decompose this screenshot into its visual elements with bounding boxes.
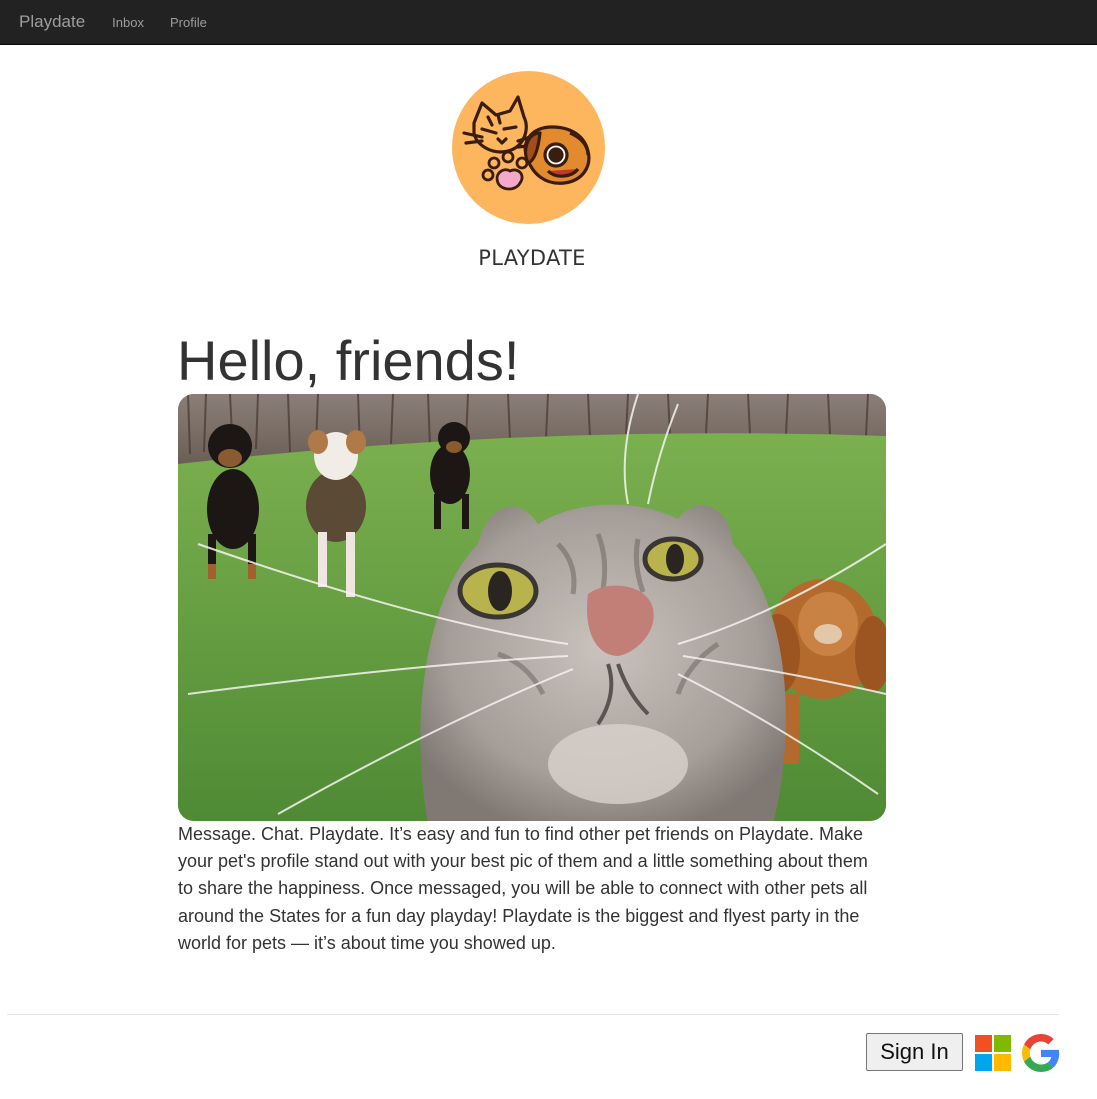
- sign-in-button[interactable]: Sign In: [866, 1033, 963, 1071]
- google-logo-icon[interactable]: [1022, 1034, 1060, 1072]
- site-name: PLAYDATE: [478, 246, 586, 270]
- page-headline: Hello, friends!: [177, 329, 520, 392]
- cat-dog-paw-logo-icon: [452, 71, 605, 224]
- hero-image: [178, 394, 886, 821]
- top-navbar: Playdate Inbox Profile: [0, 0, 1097, 45]
- footer-divider: [7, 1014, 1059, 1015]
- intro-paragraph: Message. Chat. Playdate. It’s easy and f…: [178, 824, 868, 953]
- microsoft-logo-icon[interactable]: [975, 1035, 1011, 1071]
- brand-link[interactable]: Playdate: [19, 12, 85, 32]
- nav-inbox-link[interactable]: Inbox: [112, 15, 144, 30]
- nav-profile-link[interactable]: Profile: [170, 15, 207, 30]
- site-logo: [452, 71, 605, 224]
- cat-selfie-with-dogs-photo: [178, 394, 886, 821]
